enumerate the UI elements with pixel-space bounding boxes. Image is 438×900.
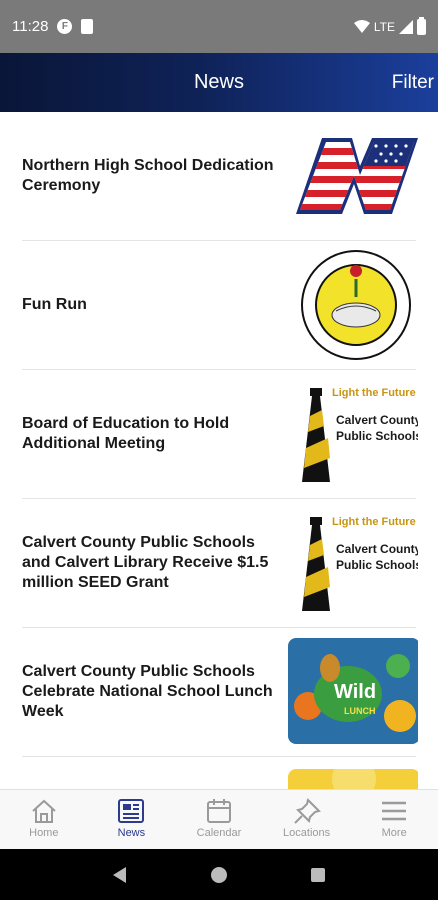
back-icon[interactable] — [111, 866, 129, 884]
pin-icon — [293, 798, 321, 824]
menu-icon — [382, 801, 407, 821]
nav-label: Calendar — [196, 827, 242, 839]
substance-abuse-alliance-seal — [301, 250, 411, 360]
filter-button[interactable]: Filter — [392, 72, 434, 94]
news-item[interactable]: Fun Run — [22, 241, 416, 370]
nav-calendar[interactable]: Calendar — [175, 790, 263, 849]
news-headline: Northern High School Dedication Ceremony — [22, 157, 274, 194]
ccps-name-2: Public Schools — [336, 429, 418, 443]
bottom-nav: Home News Calendar Locations More — [0, 789, 438, 849]
yellow-graphic — [288, 769, 418, 789]
ccps-name-1: Calvert County — [336, 413, 418, 427]
ccps-name-2: Public Schools — [336, 558, 418, 572]
page-title: News — [193, 71, 244, 93]
home-icon — [32, 799, 56, 823]
nav-locations[interactable]: Locations — [263, 790, 351, 849]
ccps-lighthouse-logo: Light the Future Calvert County Public S… — [302, 387, 418, 482]
app-header: News Filter — [0, 53, 438, 112]
app-notification-icon: F — [57, 19, 73, 34]
home-circle-icon[interactable] — [210, 866, 228, 884]
ccps-name-1: Calvert County — [336, 542, 418, 556]
news-item[interactable]: Calvert County Public Schools and Calver… — [22, 499, 418, 628]
nav-label: Home — [29, 827, 59, 839]
news-headline: Calvert County Public Schools and Calver… — [22, 534, 269, 591]
nav-news[interactable]: News — [88, 790, 176, 849]
news-item[interactable]: Calvert County Public Schools Celebrate … — [22, 628, 418, 757]
news-headline: Calvert County Public Schools Celebrate … — [22, 663, 273, 720]
lunch-title: Wild — [334, 681, 376, 703]
news-item[interactable]: Northern High School Dedication Ceremony — [22, 112, 418, 241]
wifi-icon — [353, 19, 370, 33]
wild-lunch-graphic: Wild LUNCH — [288, 638, 418, 744]
news-headline: Board of Education to Hold Additional Me… — [22, 415, 230, 452]
status-time: 11:28 — [12, 18, 49, 35]
system-nav-bar — [0, 849, 438, 900]
ccps-lighthouse-logo: Light the Future Calvert County Public S… — [302, 516, 418, 611]
nav-label: News — [117, 827, 146, 839]
calendar-icon — [206, 799, 231, 823]
ccps-tagline: Light the Future — [332, 516, 416, 528]
battery-icon — [417, 16, 426, 35]
nav-label: More — [381, 827, 407, 839]
lunch-sub: LUNCH — [344, 706, 376, 716]
signal-icon — [399, 19, 413, 34]
northern-n-logo — [296, 138, 418, 214]
recents-icon[interactable] — [309, 866, 327, 884]
news-list[interactable]: Northern High School Dedication Ceremony — [0, 112, 438, 789]
news-headline: Fun Run — [22, 296, 87, 313]
sd-card-icon — [81, 19, 94, 34]
ccps-tagline: Light the Future — [332, 387, 416, 399]
nav-home[interactable]: Home — [0, 790, 88, 849]
news-icon — [118, 799, 145, 823]
news-item[interactable]: Board of Education to Hold Additional Me… — [22, 370, 418, 499]
nav-label: Locations — [283, 827, 331, 839]
nav-more[interactable]: More — [350, 790, 438, 849]
status-bar: 11:28 F LTE — [0, 0, 438, 53]
network-type: LTE — [373, 19, 395, 34]
news-item[interactable] — [22, 757, 418, 789]
